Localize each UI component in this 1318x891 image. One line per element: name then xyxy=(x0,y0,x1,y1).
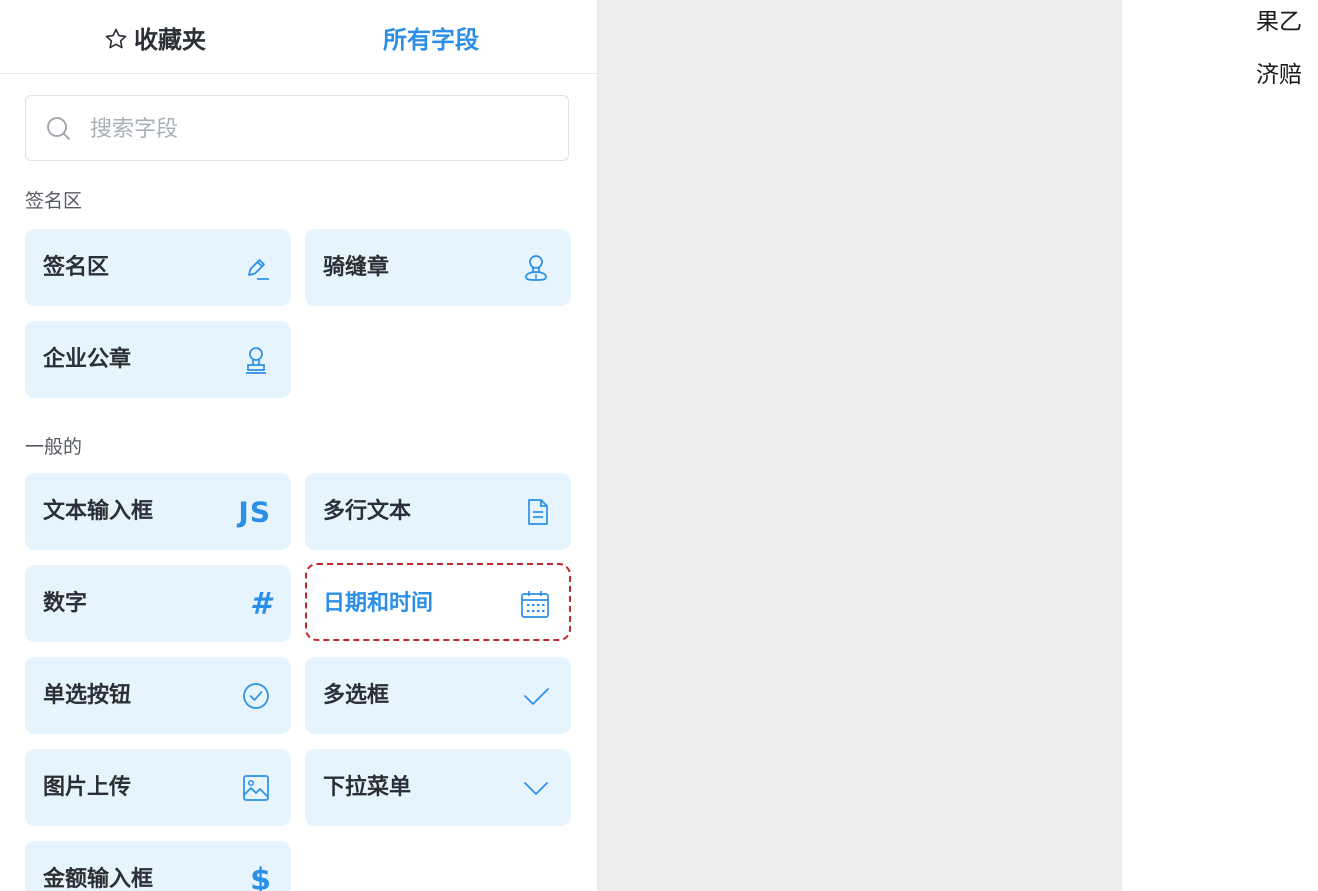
tab-all-fields[interactable]: 所有字段 xyxy=(383,0,479,73)
stamp-icon xyxy=(241,345,271,375)
search-icon xyxy=(46,116,72,146)
field-date-time[interactable]: 日期和时间 xyxy=(305,565,571,642)
canvas-area[interactable] xyxy=(598,0,1122,891)
tab-favorites-label: 收藏夹 xyxy=(134,26,206,54)
field-label: 金额输入框 xyxy=(43,867,154,891)
check-circle-icon xyxy=(241,681,271,711)
field-label: 图片上传 xyxy=(43,775,132,800)
field-radio-button[interactable]: 单选按钮 xyxy=(25,657,291,734)
section-title-signature: 签名区 xyxy=(25,190,83,212)
field-text-input[interactable]: 文本输入框 JS xyxy=(25,473,291,550)
calendar-icon xyxy=(519,588,551,620)
search-field[interactable] xyxy=(25,95,569,161)
section-title-general: 一般的 xyxy=(25,436,83,458)
field-amount-input[interactable]: 金额输入框 $ xyxy=(25,841,291,891)
field-number[interactable]: 数字 # xyxy=(25,565,291,642)
panel-tabs: 收藏夹 所有字段 xyxy=(0,0,597,74)
field-label: 文本输入框 xyxy=(43,499,154,524)
field-checkbox[interactable]: 多选框 xyxy=(305,657,571,734)
field-company-seal[interactable]: 企业公章 xyxy=(25,321,291,398)
field-signature[interactable]: 签名区 xyxy=(25,229,291,306)
star-icon xyxy=(104,3,128,83)
field-label: 签名区 xyxy=(43,255,110,280)
field-label: 企业公章 xyxy=(43,347,132,372)
seal-icon xyxy=(521,253,551,283)
chevron-down-icon xyxy=(521,773,551,803)
field-dropdown-menu[interactable]: 下拉菜单 xyxy=(305,749,571,826)
field-label: 多行文本 xyxy=(323,499,412,524)
field-label: 日期和时间 xyxy=(323,591,434,616)
document-text-line: 济赔 xyxy=(1256,62,1302,88)
field-label: 单选按钮 xyxy=(43,683,132,708)
image-icon xyxy=(241,773,271,803)
document-page[interactable]: 果乙 济赔 xyxy=(1122,0,1318,891)
document-icon xyxy=(525,497,551,527)
pen-icon xyxy=(241,253,271,283)
field-image-upload[interactable]: 图片上传 xyxy=(25,749,291,826)
field-label: 下拉菜单 xyxy=(323,775,412,800)
checkmark-icon xyxy=(521,681,551,711)
tab-favorites[interactable]: 收藏夹 xyxy=(104,0,206,73)
field-label: 数字 xyxy=(43,591,88,616)
field-label: 多选框 xyxy=(323,683,390,708)
field-cross-page-seal[interactable]: 骑缝章 xyxy=(305,229,571,306)
js-icon: JS xyxy=(238,495,271,528)
field-panel: 收藏夹 所有字段 签名区 签名区 骑缝章 企业公章 一般的 文本输入框 JS 多 xyxy=(0,0,598,891)
dollar-icon: $ xyxy=(250,862,271,891)
field-label: 骑缝章 xyxy=(323,255,390,280)
field-multiline-text[interactable]: 多行文本 xyxy=(305,473,571,550)
document-text-line: 果乙 xyxy=(1256,9,1302,35)
search-input[interactable] xyxy=(88,110,552,148)
hash-icon: # xyxy=(250,586,271,621)
